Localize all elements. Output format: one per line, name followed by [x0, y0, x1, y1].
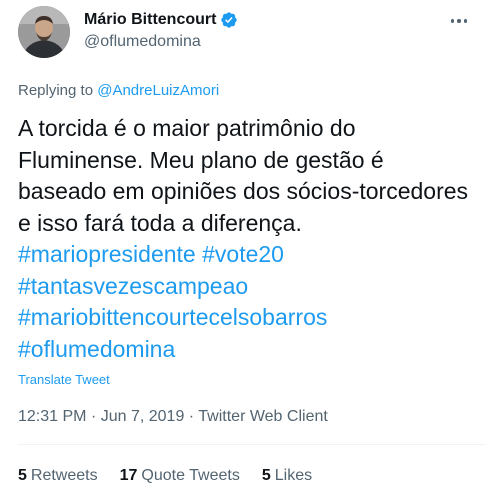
retweets-label: Retweets [30, 467, 98, 484]
tweet-text-main: A torcida é o maior patrimônio do Flumin… [18, 115, 469, 236]
hashtag-link[interactable]: #oflumedomina [18, 336, 175, 362]
tweet-time[interactable]: 12:31 PM [18, 408, 86, 425]
tweet-meta: 12:31 PM · Jun 7, 2019 · Twitter Web Cli… [18, 408, 328, 426]
verified-badge-icon [220, 11, 238, 29]
replying-to-label: Replying to [18, 82, 94, 99]
tweet-text: A torcida é o maior patrimônio do Flumin… [18, 113, 473, 365]
likes-count: 5 [261, 467, 271, 484]
avatar[interactable] [18, 6, 70, 58]
meta-separator: · [90, 408, 101, 425]
translate-tweet-link[interactable]: Translate Tweet [18, 372, 110, 387]
display-name[interactable]: Mário Bittencourt [84, 11, 216, 29]
tweet-client: Twitter Web Client [198, 408, 328, 425]
avatar-photo [18, 6, 70, 58]
author-handle[interactable]: @oflumedomina [84, 33, 238, 51]
replying-to: Replying to @AndreLuizAmori [18, 82, 219, 99]
tweet-header: Mário Bittencourt @oflumedomina [18, 6, 471, 62]
retweets-stat[interactable]: 5 Retweets [18, 467, 98, 485]
likes-stat[interactable]: 5 Likes [262, 467, 312, 485]
tweet-stats: 5 Retweets 17 Quote Tweets 5 Likes [18, 467, 312, 485]
quote-tweets-label: Quote Tweets [141, 467, 240, 484]
likes-label: Likes [274, 467, 313, 484]
hashtag-link[interactable]: #mariobittencourtecelsobarros [18, 304, 327, 330]
display-name-row: Mário Bittencourt [84, 10, 238, 30]
hashtag-link[interactable]: #mariopresidente [18, 241, 196, 267]
hashtag-link[interactable]: #vote20 [202, 241, 284, 267]
more-options-icon[interactable] [447, 12, 471, 30]
quote-tweets-count: 17 [119, 467, 138, 484]
replying-to-link[interactable]: @AndreLuizAmori [97, 82, 219, 99]
meta-separator: · [188, 408, 199, 425]
quote-tweets-stat[interactable]: 17 Quote Tweets [120, 467, 240, 485]
hashtag-link[interactable]: #tantasvezescampeao [18, 273, 248, 299]
retweets-count: 5 [18, 467, 27, 484]
tweet: Mário Bittencourt @oflumedomina Replying… [0, 0, 485, 500]
divider [18, 444, 485, 445]
author-info: Mário Bittencourt @oflumedomina [84, 10, 238, 51]
tweet-date[interactable]: Jun 7, 2019 [101, 408, 185, 425]
